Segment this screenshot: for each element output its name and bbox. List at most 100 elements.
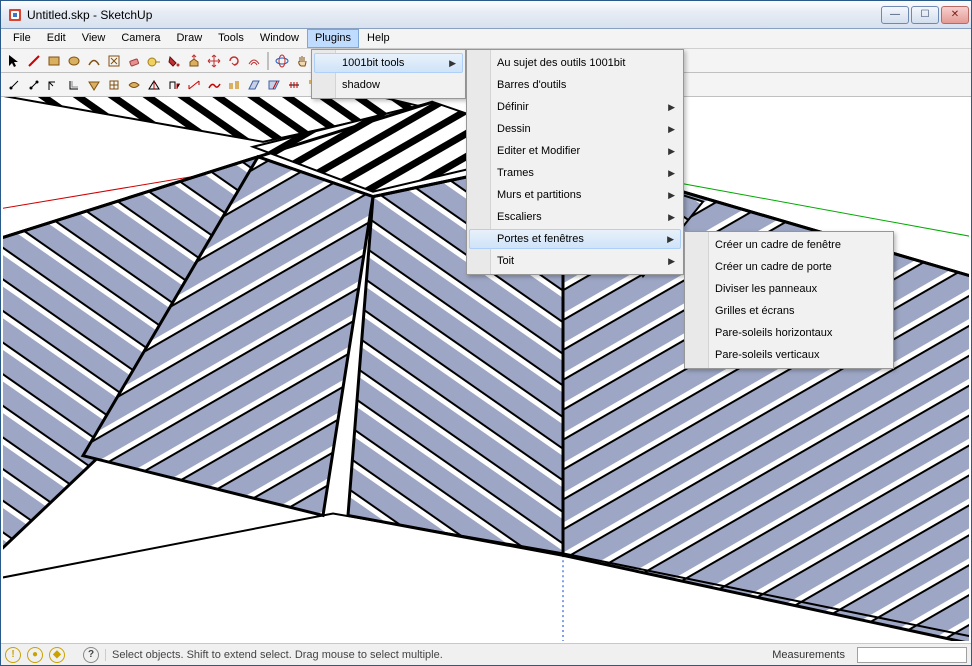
menu-item-label: Au sujet des outils 1001bit bbox=[497, 57, 625, 69]
menu-dessin[interactable]: Dessin ▶ bbox=[469, 118, 681, 140]
menu-help[interactable]: Help bbox=[359, 29, 398, 48]
menu-shadow[interactable]: shadow bbox=[314, 74, 463, 96]
menu-escaliers[interactable]: Escaliers ▶ bbox=[469, 206, 681, 228]
move-tool-icon[interactable] bbox=[205, 52, 223, 70]
offset-tool-icon[interactable] bbox=[245, 52, 263, 70]
window-controls: — ☐ ✕ bbox=[881, 6, 969, 24]
status-help-icon[interactable]: ? bbox=[83, 647, 99, 663]
menu-toolbars[interactable]: Barres d'outils bbox=[469, 74, 681, 96]
plugin-tool-15-icon[interactable] bbox=[285, 76, 303, 94]
menu-view[interactable]: View bbox=[74, 29, 114, 48]
menu-murs[interactable]: Murs et partitions ▶ bbox=[469, 184, 681, 206]
menu-item-label: Créer un cadre de porte bbox=[715, 261, 832, 273]
submenu-arrow-icon: ▶ bbox=[668, 212, 675, 223]
menu-grilles-ecrans[interactable]: Grilles et écrans bbox=[687, 300, 891, 322]
menu-item-label: Toit bbox=[497, 255, 514, 267]
status-user-icon[interactable]: ● bbox=[27, 647, 43, 663]
plugin-tool-3-icon[interactable] bbox=[45, 76, 63, 94]
menu-pare-soleils-h[interactable]: Pare-soleils horizontaux bbox=[687, 322, 891, 344]
select-tool-icon[interactable] bbox=[5, 52, 23, 70]
menu-item-label: Définir bbox=[497, 101, 529, 113]
rotate-tool-icon[interactable] bbox=[225, 52, 243, 70]
plugin-tool-6-icon[interactable] bbox=[105, 76, 123, 94]
plugin-tool-14-icon[interactable] bbox=[265, 76, 283, 94]
status-geo-icon[interactable]: ◆ bbox=[49, 647, 65, 663]
menu-file[interactable]: File bbox=[5, 29, 39, 48]
close-button[interactable]: ✕ bbox=[941, 6, 969, 24]
plugin-tool-2-icon[interactable] bbox=[25, 76, 43, 94]
plugin-tool-7-icon[interactable] bbox=[125, 76, 143, 94]
pan-tool-icon[interactable] bbox=[293, 52, 311, 70]
plugins-dropdown: 1001bit tools ▶ shadow bbox=[311, 49, 466, 99]
menu-plugins[interactable]: Plugins bbox=[307, 29, 359, 48]
menu-item-label: Barres d'outils bbox=[497, 79, 566, 91]
submenu-arrow-icon: ▶ bbox=[449, 58, 456, 69]
arc-tool-icon[interactable] bbox=[85, 52, 103, 70]
minimize-button[interactable]: — bbox=[881, 6, 909, 24]
menu-about[interactable]: Au sujet des outils 1001bit bbox=[469, 52, 681, 74]
menu-pare-soleils-v[interactable]: Pare-soleils verticaux bbox=[687, 344, 891, 366]
menu-1001bit-tools[interactable]: 1001bit tools ▶ bbox=[314, 53, 463, 73]
plugin-tool-13-icon[interactable] bbox=[245, 76, 263, 94]
menu-item-label: Grilles et écrans bbox=[715, 305, 794, 317]
statusbar: ! ● ◆ ? Select objects. Shift to extend … bbox=[1, 643, 971, 665]
circle-tool-icon[interactable] bbox=[65, 52, 83, 70]
plugin-tool-10-icon[interactable] bbox=[185, 76, 203, 94]
menu-item-label: Pare-soleils verticaux bbox=[715, 349, 820, 361]
measurements-input[interactable] bbox=[857, 647, 967, 663]
menu-tools[interactable]: Tools bbox=[210, 29, 252, 48]
menu-item-label: Escaliers bbox=[497, 211, 542, 223]
titlebar: Untitled.skp - SketchUp — ☐ ✕ bbox=[1, 1, 971, 29]
status-info-icon[interactable]: ! bbox=[5, 647, 21, 663]
component-icon[interactable] bbox=[105, 52, 123, 70]
maximize-button[interactable]: ☐ bbox=[911, 6, 939, 24]
menu-define[interactable]: Définir ▶ bbox=[469, 96, 681, 118]
submenu-arrow-icon: ▶ bbox=[668, 190, 675, 201]
menu-editer[interactable]: Editer et Modifier ▶ bbox=[469, 140, 681, 162]
submenu-arrow-icon: ▶ bbox=[668, 168, 675, 179]
submenu-arrow-icon: ▶ bbox=[667, 234, 674, 245]
menu-camera[interactable]: Camera bbox=[113, 29, 168, 48]
menu-trames[interactable]: Trames ▶ bbox=[469, 162, 681, 184]
menu-item-label: Editer et Modifier bbox=[497, 145, 580, 157]
menu-item-label: Murs et partitions bbox=[497, 189, 581, 201]
plugin-tool-9-icon[interactable] bbox=[165, 76, 183, 94]
app-icon bbox=[7, 7, 23, 23]
menu-draw[interactable]: Draw bbox=[168, 29, 210, 48]
menu-item-label: shadow bbox=[342, 79, 380, 91]
menubar: File Edit View Camera Draw Tools Window … bbox=[1, 29, 971, 49]
plugin-tool-4-icon[interactable] bbox=[65, 76, 83, 94]
menu-toit[interactable]: Toit▶ bbox=[469, 250, 681, 272]
pushpull-tool-icon[interactable] bbox=[185, 52, 203, 70]
window-title: Untitled.skp - SketchUp bbox=[27, 8, 881, 22]
menu-item-label: Dessin bbox=[497, 123, 531, 135]
plugin-tool-1-icon[interactable] bbox=[5, 76, 23, 94]
submenu-arrow-icon: ▶ bbox=[668, 124, 675, 135]
orbit-tool-icon[interactable] bbox=[273, 52, 291, 70]
menu-window[interactable]: Window bbox=[252, 29, 307, 48]
menu-edit[interactable]: Edit bbox=[39, 29, 74, 48]
eraser-tool-icon[interactable] bbox=[125, 52, 143, 70]
menu-item-label: Créer un cadre de fenêtre bbox=[715, 239, 841, 251]
menu-item-label: Trames bbox=[497, 167, 534, 179]
menu-item-label: Portes et fenêtres bbox=[497, 233, 584, 245]
plugin-tool-5-icon[interactable] bbox=[85, 76, 103, 94]
plugin-tool-11-icon[interactable] bbox=[205, 76, 223, 94]
menu-cadre-fenetre[interactable]: Créer un cadre de fenêtre bbox=[687, 234, 891, 256]
rectangle-tool-icon[interactable] bbox=[45, 52, 63, 70]
paint-tool-icon[interactable] bbox=[165, 52, 183, 70]
submenu-arrow-icon: ▶ bbox=[668, 146, 675, 157]
portes-fenetres-dropdown: Créer un cadre de fenêtre Créer un cadre… bbox=[684, 231, 894, 369]
tape-tool-icon[interactable] bbox=[145, 52, 163, 70]
plugin-tool-12-icon[interactable] bbox=[225, 76, 243, 94]
submenu-arrow-icon: ▶ bbox=[668, 102, 675, 113]
tools-1001bit-dropdown: Au sujet des outils 1001bit Barres d'out… bbox=[466, 49, 684, 275]
menu-item-label: Pare-soleils horizontaux bbox=[715, 327, 832, 339]
menu-diviser-panneaux[interactable]: Diviser les panneaux bbox=[687, 278, 891, 300]
measurements-label: Measurements bbox=[766, 649, 851, 661]
plugin-tool-8-icon[interactable] bbox=[145, 76, 163, 94]
menu-cadre-porte[interactable]: Créer un cadre de porte bbox=[687, 256, 891, 278]
line-tool-icon[interactable] bbox=[25, 52, 43, 70]
menu-portes-fenetres[interactable]: Portes et fenêtres ▶ bbox=[469, 229, 681, 249]
menu-item-label: Diviser les panneaux bbox=[715, 283, 817, 295]
